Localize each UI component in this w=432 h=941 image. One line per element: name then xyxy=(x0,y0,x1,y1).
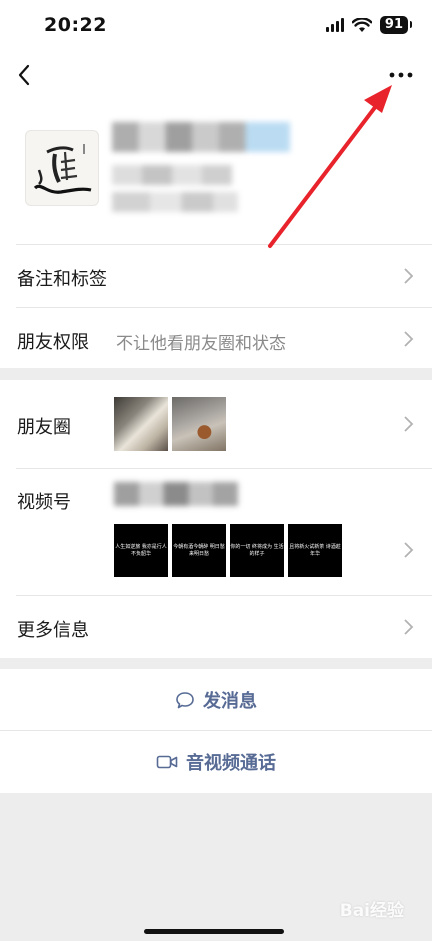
chevron-right-icon xyxy=(404,619,414,635)
chevron-right-icon xyxy=(404,542,414,558)
chevron-right-icon xyxy=(404,268,414,284)
av-call-button[interactable]: 音视频通话 xyxy=(0,731,432,793)
friend-permission-row[interactable]: 朋友权限 不让他看朋友圈和状态 xyxy=(0,308,432,368)
moment-photo-1 xyxy=(114,397,168,451)
channel-video-thumb[interactable]: 你的一切 终将成为 生活的样子 xyxy=(230,524,284,577)
channel-video-thumb[interactable]: 且将新火试新茶 诗酒趁年华 xyxy=(288,524,342,577)
moment-photo-2 xyxy=(172,397,226,451)
moments-row[interactable]: 朋友圈 xyxy=(0,380,432,468)
channels-label: 视频号 xyxy=(17,492,71,513)
friend-permission-value: 不让他看朋友圈和状态 xyxy=(116,334,286,354)
moments-label: 朋友圈 xyxy=(17,417,71,438)
battery-icon: 91 xyxy=(379,16,413,34)
remark-tags-label: 备注和标签 xyxy=(17,269,107,290)
friend-permission-label: 朋友权限 xyxy=(17,332,89,353)
chevron-right-icon xyxy=(404,416,414,432)
remark-tags-row[interactable]: 备注和标签 xyxy=(0,245,432,307)
channel-video-thumb[interactable]: 人生如逆旅 我亦是行人 不负韶华 xyxy=(114,524,168,577)
av-call-label: 音视频通话 xyxy=(186,753,276,774)
blurred-region xyxy=(112,192,238,212)
blurred-wechat-id xyxy=(112,165,232,185)
home-indicator[interactable] xyxy=(144,929,284,934)
blurred-nickname xyxy=(112,122,290,152)
chat-bubble-icon xyxy=(176,692,194,709)
send-message-label: 发消息 xyxy=(203,691,257,712)
chevron-right-icon xyxy=(404,331,414,347)
avatar[interactable] xyxy=(25,130,99,206)
more-info-label: 更多信息 xyxy=(17,620,89,641)
chevron-left-icon xyxy=(18,64,30,86)
signal-icon xyxy=(325,18,344,32)
more-button[interactable] xyxy=(384,58,418,92)
contact-profile-page: 20:22 91 备注和标签 朋友权限 不让他看朋友圈和状态 朋友圈 视频号 人… xyxy=(0,0,432,941)
calligraphy-avatar-image xyxy=(33,144,92,194)
more-dots-icon xyxy=(389,72,413,78)
back-button[interactable] xyxy=(10,58,38,92)
section-gap xyxy=(0,368,432,380)
status-icons: 91 xyxy=(325,16,413,34)
video-camera-icon xyxy=(156,755,178,769)
channel-video-thumb[interactable]: 今朝有酒今朝醉 明日愁来明日愁 xyxy=(172,524,226,577)
send-message-button[interactable]: 发消息 xyxy=(0,669,432,731)
blurred-channel-name xyxy=(114,482,238,506)
more-info-row[interactable]: 更多信息 xyxy=(0,596,432,658)
status-time: 20:22 xyxy=(44,14,107,36)
baidu-watermark: Bai经验 xyxy=(339,901,404,921)
wifi-icon xyxy=(351,17,372,32)
